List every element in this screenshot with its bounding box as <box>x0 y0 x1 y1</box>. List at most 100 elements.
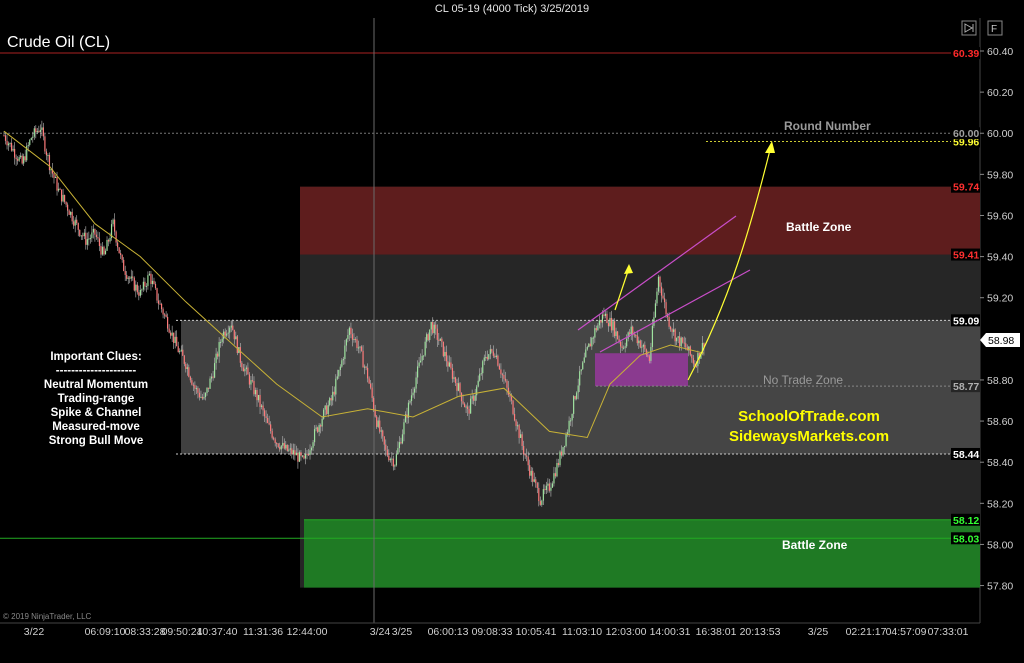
candle-body <box>647 354 649 357</box>
candle-body <box>447 361 449 367</box>
candle-body <box>212 376 214 378</box>
candle-body <box>348 327 351 336</box>
price-chart[interactable]: Crude Oil (CL) Round Number Battle Zone … <box>0 0 1024 663</box>
candle-body <box>662 295 664 299</box>
y-tick-label: 58.40 <box>987 457 1013 469</box>
candle-body <box>403 422 405 435</box>
candle-body <box>565 434 567 446</box>
candle-body <box>516 425 519 427</box>
candle-body <box>44 136 46 152</box>
x-tick-label: 02:21:17 <box>846 626 887 638</box>
zone-rect <box>300 186 980 255</box>
candle-body <box>547 483 549 486</box>
candle-body <box>283 442 285 449</box>
candle-body <box>213 363 216 378</box>
candle-body <box>129 277 131 279</box>
candle-body <box>160 303 163 310</box>
candle-body <box>663 298 666 303</box>
candle-body <box>668 317 670 327</box>
candle-body <box>379 420 381 432</box>
y-tick-label: 58.80 <box>987 375 1013 387</box>
candle-body <box>185 363 187 369</box>
price-label: 58.44 <box>953 449 979 461</box>
middle-zone-label: No Trade Zone <box>763 373 843 387</box>
candle-body <box>276 443 278 445</box>
candle-body <box>241 362 243 368</box>
candle-body <box>624 346 626 348</box>
candle-body <box>409 401 411 403</box>
candle-body <box>154 283 157 289</box>
candle-body <box>591 337 593 347</box>
candle-body <box>104 250 107 255</box>
candle-body <box>263 410 266 417</box>
candle-body <box>573 396 575 414</box>
candle-body <box>436 328 438 340</box>
candle-body <box>445 351 447 362</box>
clues-annotation: Important Clues: --------------------- N… <box>44 351 148 447</box>
price-axis-area[interactable] <box>980 18 1024 623</box>
candle-body <box>380 430 382 432</box>
candle-body <box>535 479 537 484</box>
candle-body <box>203 397 205 399</box>
candle-body <box>98 238 101 246</box>
candle-body <box>362 350 364 368</box>
candle-body <box>554 473 557 477</box>
candle-body <box>113 219 116 232</box>
candle-body <box>297 452 299 462</box>
candle-body <box>613 321 616 337</box>
candle-body <box>165 314 167 317</box>
candle-body <box>356 339 358 349</box>
candle-body <box>670 326 672 330</box>
candle-body <box>456 383 458 391</box>
candle-body <box>553 473 555 484</box>
candle-body <box>101 246 104 255</box>
candle-body <box>626 338 628 347</box>
candle-body <box>301 455 304 457</box>
candle-body <box>359 346 361 348</box>
candle-body <box>473 396 475 401</box>
candle-body <box>132 276 134 278</box>
y-tick-label: 60.40 <box>987 46 1013 58</box>
x-tick-label: 11:03:10 <box>562 626 602 638</box>
candle-body <box>492 351 494 356</box>
candle-body <box>342 359 344 361</box>
candle-body <box>62 194 64 202</box>
candle-body <box>79 229 81 236</box>
candle-body <box>324 405 326 410</box>
candle-body <box>559 451 561 466</box>
candle-body <box>327 405 329 415</box>
candle-body <box>48 154 51 171</box>
candle-body <box>489 349 491 355</box>
candle-body <box>47 154 49 156</box>
candle-body <box>386 449 388 456</box>
candle-body <box>495 355 497 358</box>
candle-body <box>217 353 219 357</box>
candle-body <box>232 325 234 330</box>
candle-body <box>416 366 419 378</box>
candle-body <box>206 387 208 393</box>
candle-body <box>468 409 470 414</box>
candle-body <box>627 332 629 339</box>
candle-body <box>589 343 591 347</box>
candle-body <box>42 127 44 137</box>
candle-body <box>444 351 446 357</box>
candle-body <box>335 378 337 395</box>
x-tick-label: 20:13:53 <box>740 626 781 638</box>
y-tick-label: 59.40 <box>987 252 1013 264</box>
candle-body <box>551 483 554 488</box>
clues-divider: --------------------- <box>56 365 137 377</box>
candle-body <box>616 331 619 340</box>
candle-body <box>397 448 399 455</box>
candle-body <box>635 334 637 336</box>
candle-body <box>415 377 417 389</box>
candle-body <box>480 373 482 375</box>
y-tick-label: 58.20 <box>987 498 1013 510</box>
candle-body <box>159 303 161 305</box>
candle-body <box>441 338 443 342</box>
candle-body <box>653 317 655 326</box>
candle-body <box>221 338 223 342</box>
candle-body <box>59 188 61 190</box>
clue-item: Spike & Channel <box>51 407 142 419</box>
candle-body <box>112 219 114 225</box>
candle-body <box>563 445 566 448</box>
